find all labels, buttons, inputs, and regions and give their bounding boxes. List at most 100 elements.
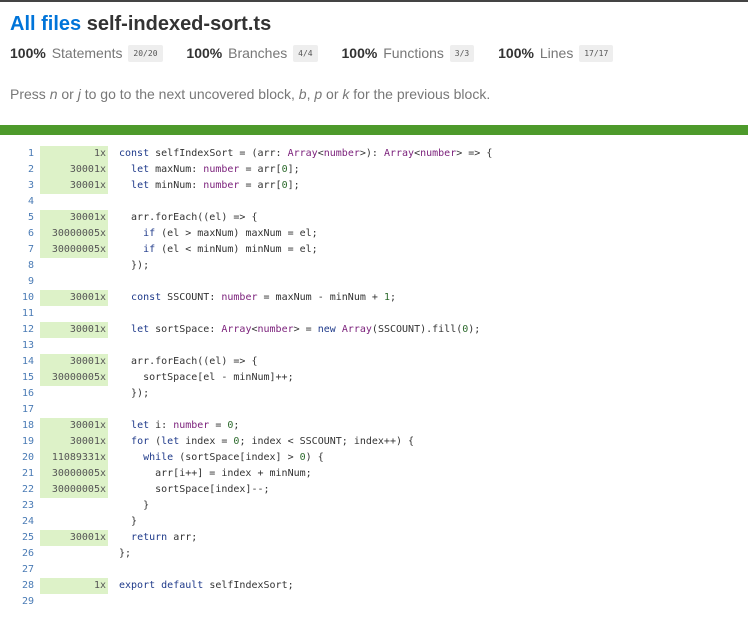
all-files-link[interactable]: All files <box>10 13 81 35</box>
functions-fraction: 3/3 <box>449 45 475 62</box>
line-number-link[interactable]: 8 <box>0 258 34 274</box>
code-line: 25 30001x return arr; <box>0 530 748 546</box>
statements-label: Statements <box>51 45 123 61</box>
hint-text: or <box>57 86 78 102</box>
source-code: const SSCOUNT: number = maxNum - minNum … <box>131 292 396 303</box>
execution-count: 30001x <box>40 354 108 370</box>
line-number-link[interactable]: 3 <box>0 178 34 194</box>
code-line: 4 <box>0 194 748 210</box>
line-number-link[interactable]: 13 <box>0 338 34 354</box>
branches-pct: 100% <box>186 45 223 61</box>
line-number-link[interactable]: 4 <box>0 194 34 210</box>
code-line: 27 <box>0 562 748 578</box>
code-line: 16 }); <box>0 386 748 402</box>
execution-count: 30001x <box>40 418 108 434</box>
coverage-summary: 100% Statements 20/20 100% Branches 4/4 … <box>10 45 633 62</box>
line-number-link[interactable]: 20 <box>0 450 34 466</box>
line-number-link[interactable]: 19 <box>0 434 34 450</box>
execution-count: 30000005x <box>40 466 108 482</box>
source-code: let maxNum: number = arr[0]; <box>131 164 300 175</box>
statements-pct: 100% <box>10 45 46 61</box>
code-line: 29 <box>0 594 748 610</box>
source-code: let minNum: number = arr[0]; <box>131 180 300 191</box>
execution-count: 30001x <box>40 178 108 194</box>
line-number-link[interactable]: 9 <box>0 274 34 290</box>
line-number-link[interactable]: 17 <box>0 402 34 418</box>
line-number-link[interactable]: 2 <box>0 162 34 178</box>
code-line: 17 <box>0 402 748 418</box>
line-number-link[interactable]: 15 <box>0 370 34 386</box>
execution-count: 30001x <box>40 290 108 306</box>
code-line: 24 } <box>0 514 748 530</box>
code-line: 5 30001x arr.forEach((el) => { <box>0 210 748 226</box>
line-number-link[interactable]: 28 <box>0 578 34 594</box>
branches-stat: 100% Branches 4/4 <box>186 45 318 62</box>
execution-count: 30000005x <box>40 226 108 242</box>
functions-pct: 100% <box>341 45 378 61</box>
code-line: 15 30000005x sortSpace[el - minNum]++; <box>0 370 748 386</box>
source-code: sortSpace[index]--; <box>119 484 270 495</box>
statements-fraction: 20/20 <box>128 45 163 62</box>
code-listing: 1 1x const selfIndexSort = (arr: Array<num… <box>0 146 748 610</box>
execution-count: 30000005x <box>40 370 108 386</box>
branches-label: Branches <box>228 45 288 61</box>
line-number-link[interactable]: 24 <box>0 514 34 530</box>
branches-fraction: 4/4 <box>293 45 318 62</box>
source-code: arr.forEach((el) => { <box>119 356 258 367</box>
code-line: 3 30001x let minNum: number = arr[0]; <box>0 178 748 194</box>
execution-count: 1x <box>40 578 108 594</box>
source-code: sortSpace[el - minNum]++; <box>119 372 294 383</box>
line-number-link[interactable]: 18 <box>0 418 34 434</box>
coverage-status-bar <box>0 125 748 135</box>
hint-text: for the previous block. <box>349 86 491 102</box>
code-line: 23 } <box>0 498 748 514</box>
line-number-link[interactable]: 12 <box>0 322 34 338</box>
functions-stat: 100% Functions 3/3 <box>342 45 475 62</box>
execution-count: 30000005x <box>40 482 108 498</box>
source-code: while (sortSpace[index] > 0) { <box>143 452 324 463</box>
hint-key: p <box>314 86 323 102</box>
line-number-link[interactable]: 16 <box>0 386 34 402</box>
line-number-link[interactable]: 25 <box>0 530 34 546</box>
code-line: 2 30001x let maxNum: number = arr[0]; <box>0 162 748 178</box>
line-number-link[interactable]: 14 <box>0 354 34 370</box>
source-code: } <box>119 516 138 527</box>
line-number-link[interactable]: 6 <box>0 226 34 242</box>
top-border <box>0 0 748 2</box>
code-line: 26}; <box>0 546 748 562</box>
code-line: 14 30001x arr.forEach((el) => { <box>0 354 748 370</box>
page-header: All files self-indexed-sort.ts <box>10 12 748 36</box>
file-name: self-indexed-sort.ts <box>86 13 272 35</box>
line-number-link[interactable]: 1 <box>0 146 34 162</box>
code-line: 20 11089331x while (sortSpace[index] > 0)… <box>0 450 748 466</box>
source-code: arr.forEach((el) => { <box>119 212 258 223</box>
line-number-link[interactable]: 21 <box>0 466 34 482</box>
source-code: let i: number = 0; <box>131 420 240 431</box>
execution-count: 1x <box>40 146 108 162</box>
source-code: }); <box>119 388 150 399</box>
statements-stat: 100% Statements 20/20 <box>10 45 163 62</box>
code-line: 21 30000005x arr[i++] = index + minNum; <box>0 466 748 482</box>
execution-count: 30001x <box>40 434 108 450</box>
code-line: 22 30000005x sortSpace[index]--; <box>0 482 748 498</box>
code-line: 11 <box>0 306 748 322</box>
source-code: return arr; <box>131 532 198 543</box>
line-number-link[interactable]: 22 <box>0 482 34 498</box>
execution-count: 30001x <box>40 210 108 226</box>
line-number-link[interactable]: 26 <box>0 546 34 562</box>
hint-text: Press <box>10 86 50 102</box>
code-line: 18 30001x let i: number = 0; <box>0 418 748 434</box>
line-number-link[interactable]: 5 <box>0 210 34 226</box>
source-code: if (el < minNum) minNum = el; <box>143 244 318 255</box>
lines-label: Lines <box>539 45 574 61</box>
line-number-link[interactable]: 29 <box>0 594 34 610</box>
code-line: 13 <box>0 338 748 354</box>
line-number-link[interactable]: 10 <box>0 290 34 306</box>
line-number-link[interactable]: 27 <box>0 562 34 578</box>
line-number-link[interactable]: 11 <box>0 306 34 322</box>
code-line: 28 1x export default selfIndexSort; <box>0 578 748 594</box>
line-number-link[interactable]: 7 <box>0 242 34 258</box>
line-number-link[interactable]: 23 <box>0 498 34 514</box>
source-code: }; <box>119 548 132 559</box>
lines-stat: 100% Lines 17/17 <box>498 45 614 62</box>
